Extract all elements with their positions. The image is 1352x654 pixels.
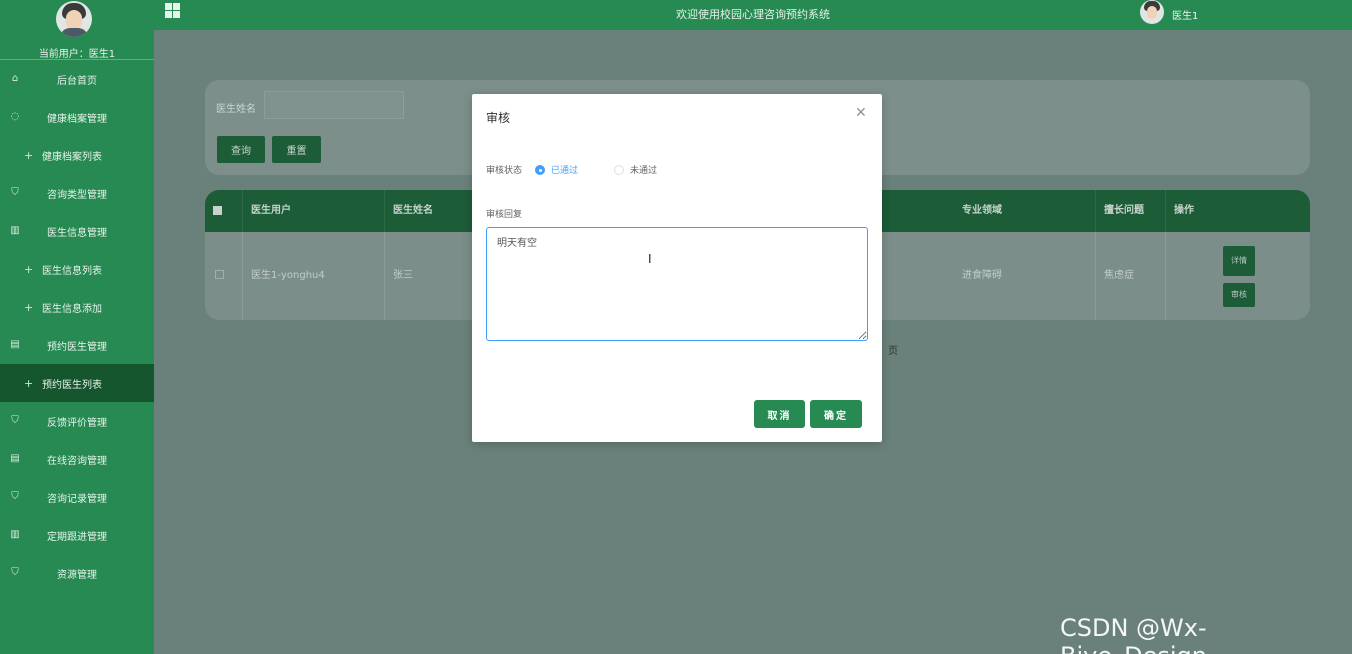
doctor-name-label: 医生姓名 — [216, 104, 256, 115]
cancel-button[interactable]: 取消 — [754, 400, 805, 428]
pager-suffix: 页 — [888, 346, 898, 357]
sidebar-item[interactable]: + 健康档案列表 — [0, 136, 154, 174]
sidebar-item-label: 医生信息列表 — [42, 265, 102, 277]
header-username[interactable]: 医生1 — [1172, 7, 1198, 22]
sidebar-item[interactable]: ◌ 健康档案管理 — [0, 98, 154, 136]
radio-rejected-label: 未通过 — [630, 166, 658, 176]
sidebar: 当前用户：医生1 ⌂ 后台首页 ◌ 健康档案管理 + 健康档案列表 ⛉ 咨询类型管理 ▥ 医生信息… — [0, 0, 154, 654]
sidebar-item[interactable]: ⛉ 咨询类型管理 — [0, 174, 154, 212]
watermark: CSDN @Wx-Biye_Design — [1060, 614, 1207, 654]
sidebar-item[interactable]: ⌂ 后台首页 — [0, 60, 154, 98]
row-checkbox[interactable] — [215, 270, 224, 279]
sidebar-item[interactable]: ▥ 定期跟进管理 — [0, 516, 154, 554]
radio-approved[interactable]: 已通过 — [535, 163, 578, 176]
review-button[interactable]: 审核 — [1223, 283, 1255, 307]
sidebar-item[interactable]: ⛉ 咨询记录管理 — [0, 478, 154, 516]
header-avatar[interactable] — [1140, 0, 1164, 24]
cell-problem: 焦虑症 — [1096, 232, 1166, 320]
sidebar-menu: ⌂ 后台首页 ◌ 健康档案管理 + 健康档案列表 ⛉ 咨询类型管理 ▥ 医生信息管理 + 医生信息列表… — [0, 60, 154, 592]
sidebar-profile: 当前用户：医生1 — [0, 0, 154, 60]
close-icon[interactable]: ✕ — [855, 105, 867, 121]
th-doctor-name: 医生姓名 — [385, 190, 475, 232]
status-label: 审核状态 — [486, 166, 523, 176]
doctor-name-input[interactable] — [264, 91, 404, 119]
pagination: 页 — [888, 342, 898, 357]
radio-approved-label: 已通过 — [551, 166, 579, 176]
sidebar-item-label: 反馈评价管理 — [47, 417, 107, 429]
plus-icon: + — [24, 148, 34, 162]
reply-textarea[interactable]: 明天有空 — [486, 227, 868, 341]
review-dialog: 审核 ✕ 审核状态 已通过 未通过 审核回复 明天有空 I 取消 确定 — [472, 94, 882, 442]
th-field: 专业领域 — [954, 190, 1096, 232]
radio-rejected[interactable]: 未通过 — [614, 163, 657, 176]
sidebar-item[interactable]: ⛉ 反馈评价管理 — [0, 402, 154, 440]
sidebar-item-label: 定期跟进管理 — [47, 531, 107, 543]
sidebar-item[interactable]: ⛉ 资源管理 — [0, 554, 154, 592]
cell-doctor-name: 张三 — [385, 232, 475, 320]
sidebar-item-label: 健康档案列表 — [42, 151, 102, 163]
select-all-checkbox[interactable] — [213, 206, 222, 215]
plus-icon: + — [24, 262, 34, 276]
query-button[interactable]: 查询 — [217, 136, 265, 163]
sidebar-item[interactable]: ▥ 医生信息管理 — [0, 212, 154, 250]
avatar — [56, 1, 92, 37]
confirm-button[interactable]: 确定 — [810, 400, 862, 428]
reset-button[interactable]: 重置 — [272, 136, 321, 163]
sidebar-item[interactable]: ▤ 在线咨询管理 — [0, 440, 154, 478]
dialog-title: 审核 — [486, 111, 511, 125]
sidebar-item[interactable]: + 医生信息列表 — [0, 250, 154, 288]
sidebar-item-label: 健康档案管理 — [47, 113, 107, 125]
radio-dot-icon — [614, 164, 624, 175]
sidebar-item[interactable]: + 医生信息添加 — [0, 288, 154, 326]
sidebar-item-label: 预约医生列表 — [42, 379, 102, 391]
sidebar-item-label: 后台首页 — [57, 75, 97, 87]
top-header: 欢迎使用校园心理咨询预约系统 医生1 — [154, 0, 1352, 30]
th-problem: 擅长问题 — [1096, 190, 1166, 232]
reply-label: 审核回复 — [486, 210, 523, 220]
select-all-cell — [205, 190, 243, 232]
cell-field: 进食障碍 — [954, 232, 1096, 320]
plus-icon: + — [24, 376, 34, 390]
sidebar-item-label: 预约医生管理 — [47, 341, 107, 353]
current-user-label: 当前用户：医生1 — [38, 49, 116, 60]
sidebar-item-label: 在线咨询管理 — [47, 455, 107, 467]
sidebar-item-label: 医生信息添加 — [42, 303, 102, 315]
th-doctor-user: 医生用户 — [243, 190, 385, 232]
row-select-cell — [205, 232, 243, 320]
sidebar-item-label: 医生信息管理 — [47, 227, 107, 239]
sidebar-item[interactable]: ▤ 预约医生管理 — [0, 326, 154, 364]
cell-doctor-user: 医生1-yonghu4 — [243, 232, 385, 320]
sidebar-item-label: 咨询记录管理 — [47, 493, 107, 505]
cell-actions: 详情 审核 — [1166, 232, 1310, 320]
sidebar-item-label: 资源管理 — [57, 569, 97, 581]
sidebar-item-label: 咨询类型管理 — [47, 189, 107, 201]
sidebar-item[interactable]: + 预约医生列表 — [0, 364, 154, 402]
radio-dot-icon — [535, 164, 545, 175]
text-cursor-icon: I — [648, 252, 652, 266]
plus-icon: + — [24, 300, 34, 314]
